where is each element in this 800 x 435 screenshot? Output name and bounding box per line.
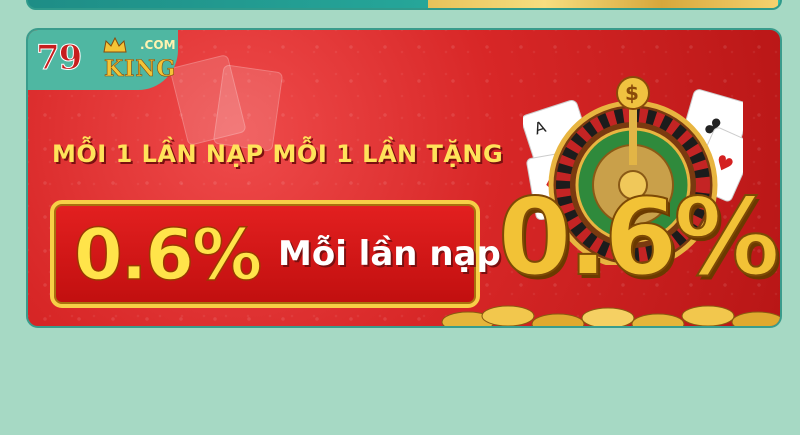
logo-com: .COM xyxy=(140,38,176,52)
gold-coins-decoration xyxy=(441,305,780,326)
offer-box: 0.6% Mỗi lần nạp xyxy=(50,200,501,308)
logo-word: KING xyxy=(104,56,177,83)
offer-percent: 0.6% xyxy=(73,213,263,297)
headline: MỖI 1 LẦN NẠP MỖI 1 LẦN TẶNG xyxy=(52,140,504,168)
logo-number: 79 xyxy=(35,38,82,79)
svg-text:$: $ xyxy=(625,81,639,105)
promo-banner-deposit-bonus[interactable]: 79 .COM KING A ♠ ♣ ♥ ♦ xyxy=(26,28,782,328)
gold-coins-decoration xyxy=(428,0,778,8)
crown-icon xyxy=(103,36,127,53)
offer-label: Mỗi lần nạp xyxy=(278,234,501,274)
big-percent-text: 0.6% xyxy=(497,175,780,300)
faded-card-decoration xyxy=(212,64,284,152)
previous-promo-banner[interactable] xyxy=(26,0,782,10)
